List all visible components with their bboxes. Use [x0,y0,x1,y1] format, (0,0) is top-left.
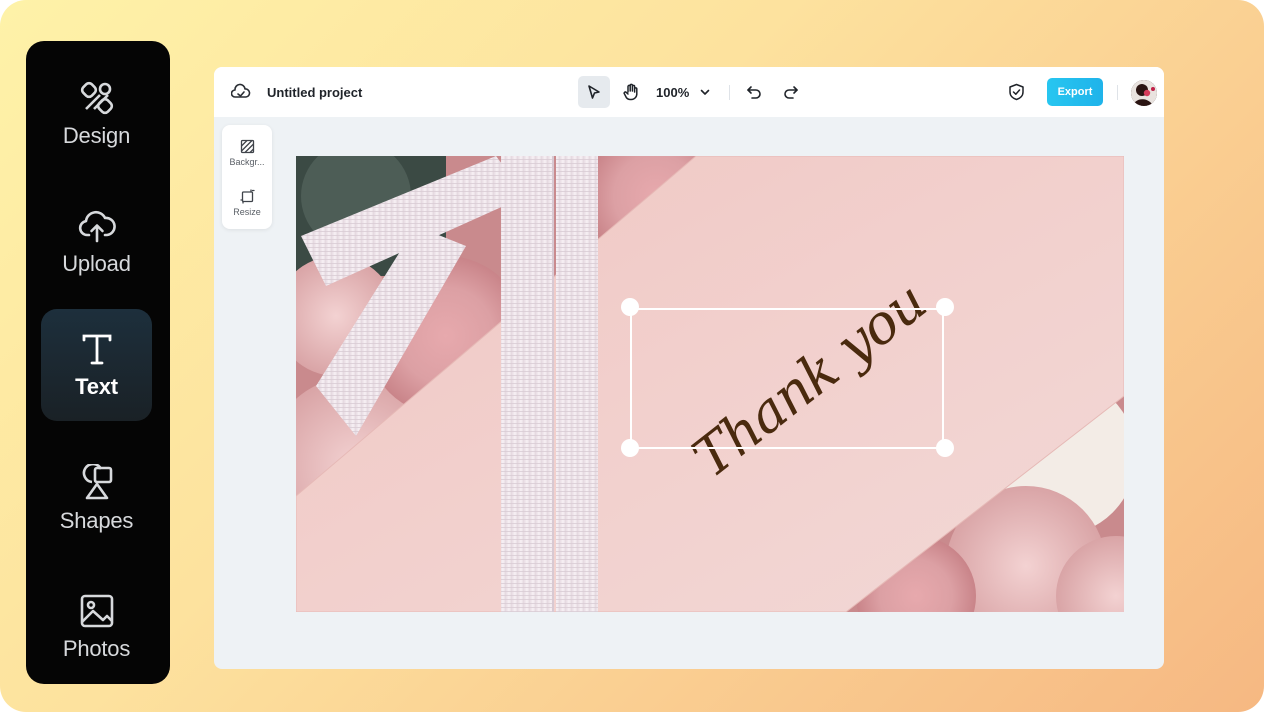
shapes-icon [82,464,112,500]
undo-button[interactable] [744,82,764,102]
shield-button[interactable] [1006,82,1026,102]
undo-icon [747,86,761,99]
background-tool[interactable]: Backgr... [222,131,272,175]
export-button[interactable]: Export [1047,78,1103,106]
zoom-dropdown[interactable] [697,84,713,100]
resize-icon [239,189,255,204]
design-icon [80,81,113,115]
editor-window: Untitled project 100% Export Backgr... R… [214,67,1164,669]
toolbar-divider [729,85,730,100]
hand-pan-icon [623,83,638,101]
resize-handle-bottom-right[interactable] [936,439,954,457]
design-canvas[interactable]: Thank you [296,156,1124,612]
background-tool-label: Backgr... [229,157,265,167]
redo-button[interactable] [781,82,801,102]
selection-box[interactable] [630,308,944,449]
background-icon [240,139,254,154]
user-avatar[interactable] [1131,80,1157,106]
chevron-down-icon [700,89,710,95]
sidebar-item-upload[interactable]: Upload [41,186,152,298]
zoom-level[interactable]: 100% [656,83,689,101]
sidebar-item-photos[interactable]: Photos [41,571,152,683]
select-pointer-icon [588,85,600,99]
pan-tool-button[interactable] [615,76,647,108]
photos-icon [80,594,113,628]
sidebar-item-shapes[interactable]: Shapes [41,443,152,555]
left-sidebar: Design Upload Text Shapes Photos [26,41,170,684]
resize-handle-bottom-left[interactable] [621,439,639,457]
resize-tool-label: Resize [233,207,261,217]
redo-icon [784,86,798,99]
sidebar-item-label: Design [62,123,131,148]
shield-check-icon [1008,83,1024,101]
resize-handle-top-left[interactable] [621,298,639,316]
toolbar-divider [1117,85,1118,100]
sidebar-item-design[interactable]: Design [41,58,152,170]
cloud-icon [231,83,251,98]
canvas-tools-panel: Backgr... Resize [222,125,272,229]
text-icon [82,334,111,365]
sidebar-item-label: Shapes [59,508,134,533]
project-title[interactable]: Untitled project [267,83,362,101]
app-background: Design Upload Text Shapes Photos Untitle… [0,0,1264,712]
upload-icon [78,210,116,243]
select-tool-button[interactable] [578,76,610,108]
sidebar-item-label: Upload [62,251,131,276]
avatar-image-icon [1131,80,1157,106]
sidebar-item-text[interactable]: Text [41,309,152,421]
resize-tool[interactable]: Resize [222,181,272,225]
sidebar-item-label: Text [75,374,118,399]
top-toolbar: Untitled project 100% Export [214,67,1164,117]
resize-handle-top-right[interactable] [936,298,954,316]
sidebar-item-label: Photos [62,636,131,661]
cloud-save-button[interactable] [230,81,252,103]
